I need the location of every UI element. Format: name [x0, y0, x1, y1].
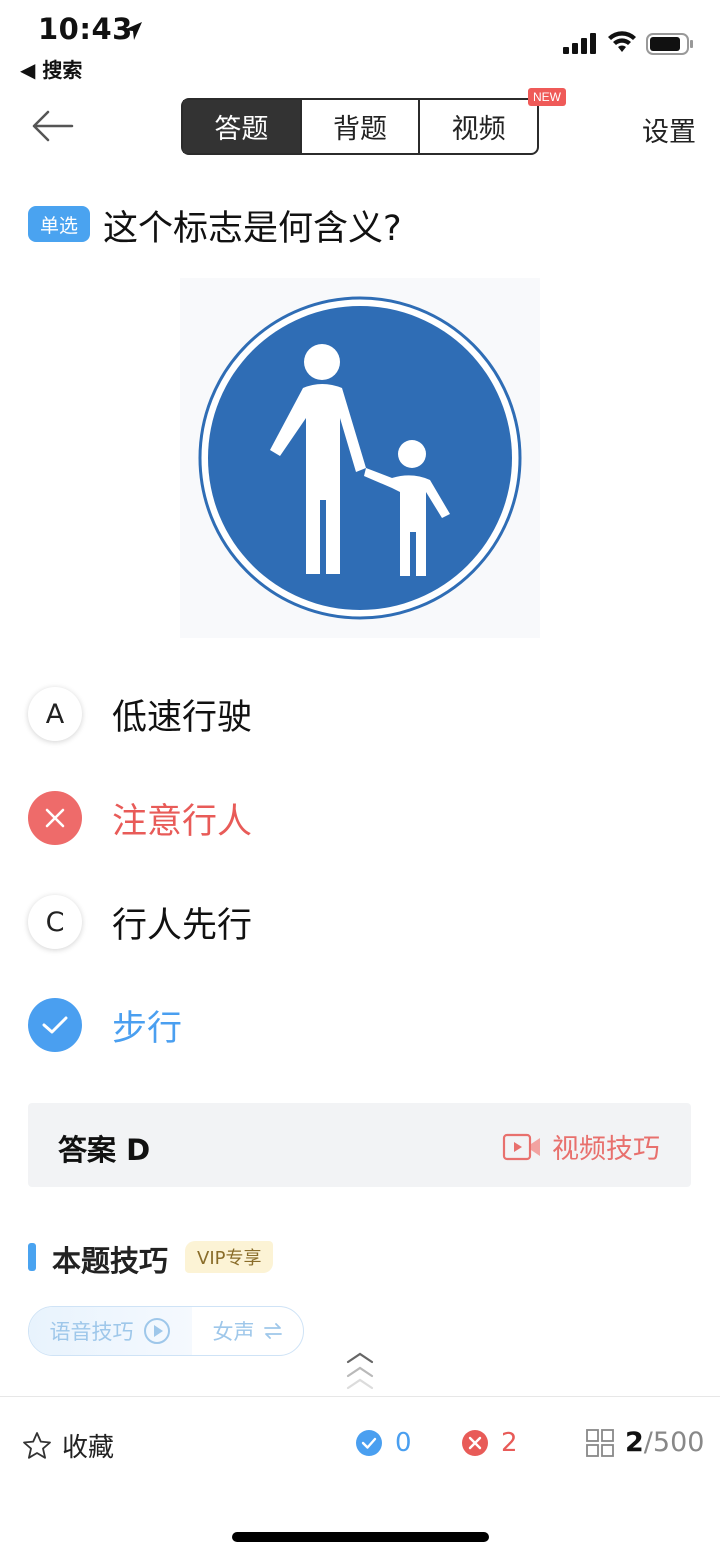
- voice-tip-label: 语音技巧: [49, 1320, 134, 1344]
- back-to-search-link[interactable]: ◀ 搜索: [20, 54, 82, 83]
- option-b-text: 注意行人: [112, 801, 253, 842]
- wrong-count: 2: [461, 1428, 518, 1458]
- wifi-icon: [608, 31, 636, 52]
- option-a-letter: A: [28, 687, 82, 741]
- video-tip-label: 视频技巧: [552, 1134, 660, 1165]
- question-image: [180, 278, 540, 638]
- answer-text: 答案 D: [58, 1133, 151, 1167]
- wrong-count-value: 2: [501, 1428, 518, 1458]
- question-progress-button[interactable]: 2/500: [585, 1427, 704, 1458]
- video-camera-icon: [502, 1133, 540, 1160]
- grid-icon: [586, 1428, 614, 1457]
- home-indicator: [232, 1532, 489, 1542]
- option-a-text: 低速行驶: [112, 697, 253, 738]
- back-arrow-icon[interactable]: [30, 108, 74, 144]
- question-type-tag: 单选: [28, 206, 90, 242]
- tab-recite[interactable]: 背题: [302, 100, 421, 153]
- status-time: 10:43: [38, 12, 133, 46]
- pedestrian-sign-icon: [198, 296, 522, 620]
- battery-icon: [646, 33, 693, 55]
- option-d-text: 步行: [112, 1008, 183, 1049]
- option-a[interactable]: A 低速行驶: [28, 684, 688, 744]
- tab-answer[interactable]: 答题: [183, 100, 302, 153]
- favorite-label: 收藏: [62, 1433, 115, 1463]
- total-questions: /500: [643, 1427, 705, 1458]
- section-accent-bar: [28, 1243, 36, 1271]
- correct-count-value: 0: [395, 1428, 412, 1458]
- cellular-signal-icon: [563, 33, 596, 54]
- new-badge: NEW: [528, 88, 566, 106]
- star-icon: [23, 1431, 51, 1459]
- vip-badge: VIP专享: [185, 1241, 274, 1273]
- check-circle-icon: [356, 1430, 382, 1456]
- option-b[interactable]: 注意行人: [28, 788, 688, 848]
- option-c-text: 行人先行: [112, 905, 253, 946]
- location-arrow-icon: [124, 22, 142, 40]
- expand-up-chevron-icon[interactable]: [344, 1350, 376, 1394]
- option-c[interactable]: C 行人先行: [28, 892, 688, 952]
- wrong-mark-icon: [28, 791, 82, 845]
- settings-button[interactable]: 设置: [642, 110, 696, 149]
- current-question-number: 2: [625, 1427, 644, 1458]
- tips-title: 本题技巧: [52, 1244, 169, 1278]
- voice-gender-switch[interactable]: 女声: [192, 1307, 303, 1355]
- bottom-divider: [0, 1396, 720, 1397]
- voice-gender-label: 女声: [212, 1320, 255, 1344]
- mode-segmented-control: 答题 背题 视频: [181, 98, 539, 155]
- correct-count: 0: [355, 1428, 412, 1458]
- video-tip-button[interactable]: 视频技巧: [502, 1127, 660, 1166]
- voice-tip-play-button[interactable]: 语音技巧: [29, 1307, 192, 1355]
- favorite-button[interactable]: 收藏: [22, 1427, 114, 1464]
- cross-circle-icon: [462, 1430, 488, 1456]
- option-c-letter: C: [28, 895, 82, 949]
- check-mark-icon: [28, 998, 82, 1052]
- tab-video[interactable]: 视频: [420, 100, 537, 153]
- swap-icon: [263, 1323, 282, 1339]
- play-circle-icon: [143, 1318, 170, 1344]
- question-text: 这个标志是何含义?: [103, 209, 402, 249]
- option-d[interactable]: 步行: [28, 995, 688, 1055]
- voice-tip-control: 语音技巧 女声: [28, 1306, 304, 1356]
